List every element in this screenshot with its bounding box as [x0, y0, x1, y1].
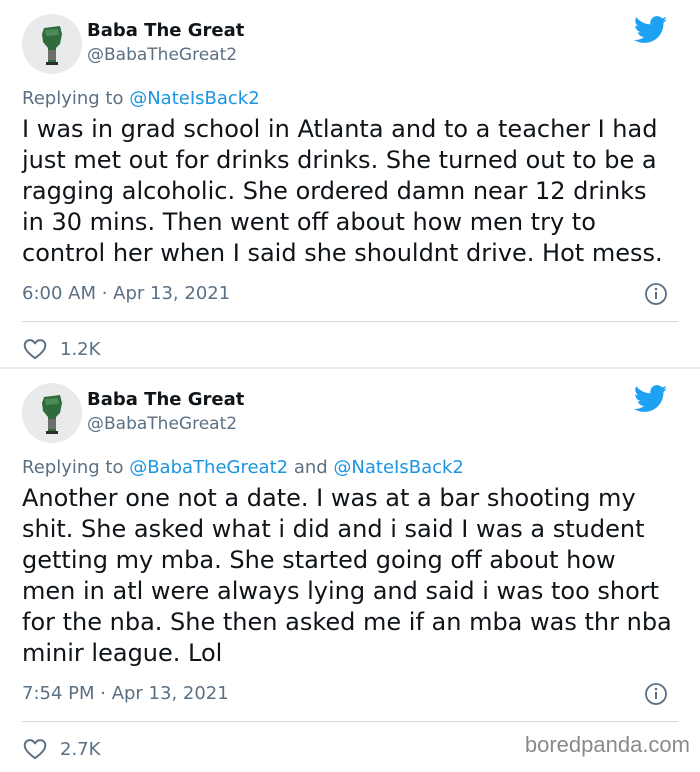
like-count: 1.2K: [60, 338, 101, 360]
user-handle[interactable]: @BabaTheGreat2: [87, 45, 237, 65]
tweet-text: I was in grad school in Atlanta and to a…: [22, 115, 663, 267]
reply-joiner: and: [288, 457, 334, 478]
raised-fist-icon: [42, 26, 62, 65]
mention-link[interactable]: @NateIsBack2: [333, 457, 463, 478]
mention-link[interactable]: @BabaTheGreat2: [129, 457, 288, 478]
twitter-bird-icon[interactable]: [634, 16, 668, 44]
timestamp[interactable]: 6:00 AM · Apr 13, 2021: [22, 283, 230, 304]
reply-context: Replying to @BabaTheGreat2 and @NateIsBa…: [22, 457, 678, 479]
timestamp[interactable]: 7:54 PM · Apr 13, 2021: [22, 683, 229, 704]
twitter-bird-icon[interactable]: [634, 385, 668, 413]
like-count: 2.7K: [60, 738, 101, 760]
tweet-card: Baba The Great @BabaTheGreat2 Replying t…: [0, 369, 700, 772]
avatar[interactable]: [22, 14, 82, 74]
user-handle[interactable]: @BabaTheGreat2: [87, 414, 237, 434]
info-icon[interactable]: [644, 282, 668, 306]
reply-prefix: Replying to: [22, 457, 130, 478]
raised-fist-icon: [42, 395, 62, 434]
tweet-meta: 6:00 AM · Apr 13, 2021: [22, 279, 678, 309]
tweet-meta: 7:54 PM · Apr 13, 2021: [22, 679, 678, 709]
reply-context: Replying to @NateIsBack2: [22, 88, 678, 110]
like-action[interactable]: 1.2K: [22, 336, 678, 362]
reply-prefix: Replying to: [22, 88, 130, 109]
tweet-header: Baba The Great @BabaTheGreat2: [22, 0, 678, 88]
tweet-card: Baba The Great @BabaTheGreat2 Replying t…: [0, 0, 700, 367]
display-name[interactable]: Baba The Great: [87, 389, 244, 410]
info-icon[interactable]: [644, 682, 668, 706]
heart-icon[interactable]: [22, 336, 48, 362]
mention-link[interactable]: @NateIsBack2: [129, 88, 259, 109]
heart-icon[interactable]: [22, 736, 48, 762]
divider: [22, 721, 678, 722]
avatar[interactable]: [22, 383, 82, 443]
display-name[interactable]: Baba The Great: [87, 20, 244, 41]
watermark: boredpanda.com: [524, 732, 690, 757]
divider: [22, 321, 678, 322]
tweet-text: Another one not a date. I was at a bar s…: [22, 484, 672, 667]
tweet-header: Baba The Great @BabaTheGreat2: [22, 369, 678, 457]
